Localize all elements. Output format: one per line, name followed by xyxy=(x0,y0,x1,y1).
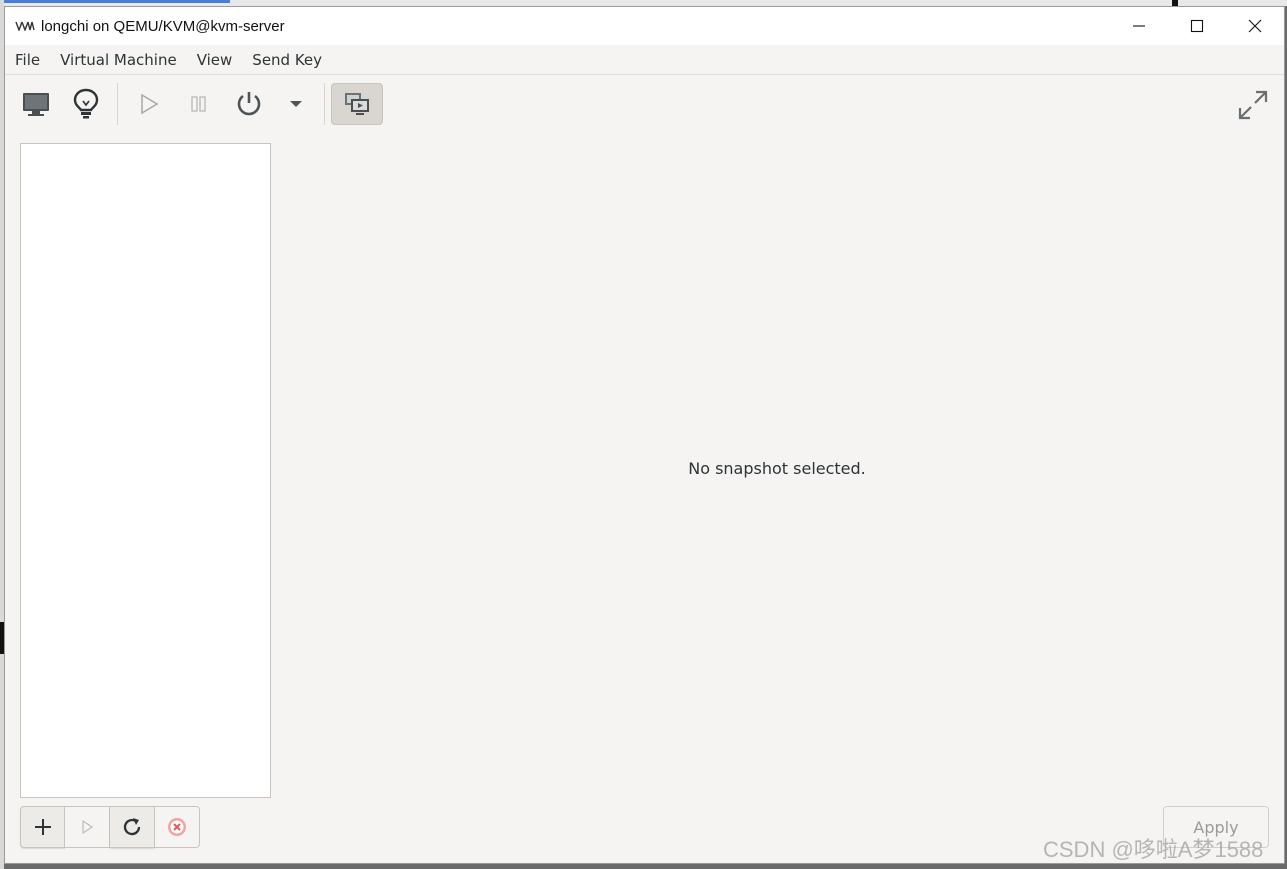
virt-manager-app-icon xyxy=(15,20,35,32)
details-button[interactable] xyxy=(61,83,111,125)
pause-button[interactable] xyxy=(174,83,224,125)
watermark: CSDN @哆啦A梦1588 xyxy=(1043,837,1264,862)
minimize-button[interactable] xyxy=(1110,7,1168,45)
delete-snapshot-button[interactable] xyxy=(155,806,200,848)
maximize-icon xyxy=(1190,19,1204,33)
no-snapshot-message: No snapshot selected. xyxy=(688,459,866,478)
desktop-taskbar-accent xyxy=(4,0,230,3)
plus-icon xyxy=(34,819,51,835)
vm-window: longchi on QEMU/KVM@kvm-server File Virt… xyxy=(4,6,1285,864)
delete-icon xyxy=(168,818,186,836)
close-icon xyxy=(1248,19,1262,33)
shutdown-menu-button[interactable] xyxy=(274,83,318,125)
fullscreen-icon xyxy=(1238,90,1268,120)
menu-view[interactable]: View xyxy=(187,45,243,75)
toolbar xyxy=(5,76,1284,132)
toolbar-separator xyxy=(324,83,325,125)
fullscreen-button[interactable] xyxy=(1232,84,1274,126)
monitor-icon xyxy=(23,93,49,116)
snapshot-actions xyxy=(20,806,200,850)
pause-icon xyxy=(191,96,206,112)
play-icon xyxy=(82,819,94,835)
lightbulb-icon xyxy=(73,88,99,119)
snapshots-icon xyxy=(345,93,369,115)
console-button[interactable] xyxy=(11,83,61,125)
menu-bar: File Virtual Machine View Send Key xyxy=(5,45,1284,75)
snapshot-list[interactable] xyxy=(20,143,271,798)
close-button[interactable] xyxy=(1226,7,1284,45)
shutdown-button[interactable] xyxy=(224,83,274,125)
power-icon xyxy=(237,92,261,116)
play-icon xyxy=(141,93,159,115)
refresh-icon xyxy=(123,818,141,836)
run-button[interactable] xyxy=(124,83,174,125)
refresh-snapshots-button[interactable] xyxy=(110,806,155,848)
toolbar-separator xyxy=(117,83,118,125)
menu-file[interactable]: File xyxy=(5,45,50,75)
chevron-down-icon xyxy=(290,101,302,107)
window-title: longchi on QEMU/KVM@kvm-server xyxy=(41,17,285,35)
menu-send-key[interactable]: Send Key xyxy=(242,45,332,75)
title-bar[interactable]: longchi on QEMU/KVM@kvm-server xyxy=(5,7,1284,45)
menu-virtual-machine[interactable]: Virtual Machine xyxy=(50,45,187,75)
maximize-button[interactable] xyxy=(1168,7,1226,45)
snapshots-button[interactable] xyxy=(331,83,383,125)
add-snapshot-button[interactable] xyxy=(20,806,65,848)
minimize-icon xyxy=(1133,25,1145,27)
run-snapshot-button[interactable] xyxy=(65,806,110,848)
window-controls xyxy=(1110,7,1284,45)
